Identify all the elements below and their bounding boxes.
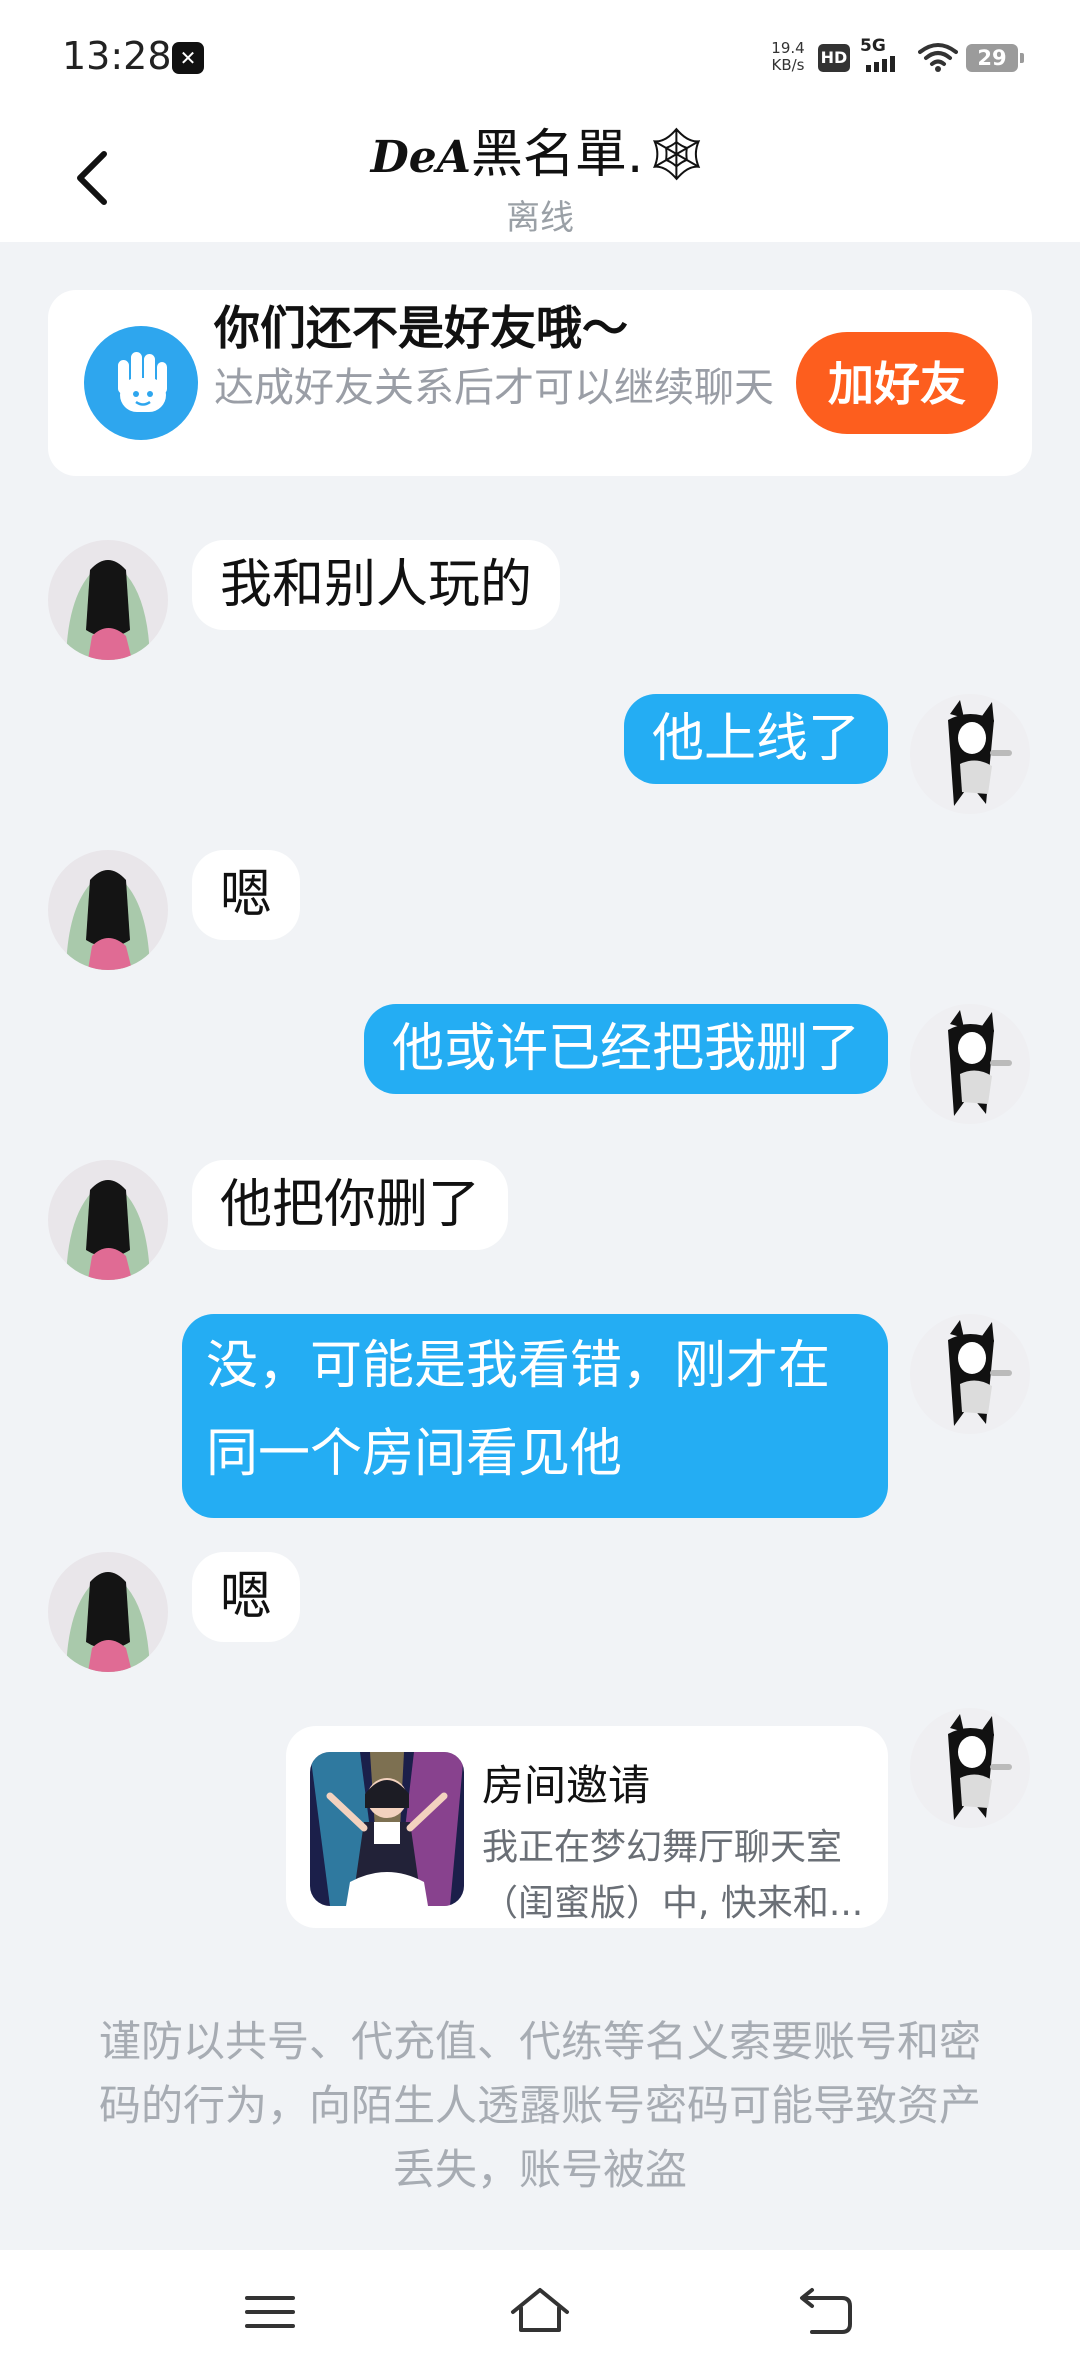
- chat-header: DeA黑名單.🕸 离线: [0, 110, 1080, 242]
- message-bubble-outgoing[interactable]: 他或许已经把我删了: [363, 1004, 888, 1094]
- online-status: 离线: [506, 198, 574, 238]
- message-bubble-incoming[interactable]: 嗯: [192, 1552, 301, 1642]
- message-bubble-outgoing[interactable]: 他上线了: [623, 694, 888, 784]
- message-bubble-incoming[interactable]: 他把你删了: [192, 1160, 509, 1250]
- contact-avatar[interactable]: [48, 1552, 168, 1672]
- wifi-icon: [918, 43, 958, 72]
- my-avatar[interactable]: [910, 1004, 1030, 1124]
- message-bubble-incoming[interactable]: 嗯: [192, 850, 301, 940]
- system-nav-bar: [0, 2250, 1080, 2376]
- network-speed: 19.4 KB/s: [768, 40, 808, 74]
- message-bubble-incoming[interactable]: 我和别人玩的: [192, 540, 561, 630]
- banner-subtitle: 达成好友关系后才可以继续聊天: [214, 365, 774, 411]
- back-nav-icon[interactable]: [790, 2280, 860, 2344]
- chat-title: DeA黑名單.🕸: [0, 112, 1080, 187]
- room-thumbnail: [310, 1752, 464, 1906]
- not-friends-banner: 你们还不是好友哦～ 达成好友关系后才可以继续聊天 加好友: [48, 290, 1032, 476]
- menu-icon[interactable]: [235, 2280, 305, 2344]
- signal-icon: 5G: [860, 36, 908, 76]
- wave-hand-icon: [84, 326, 198, 440]
- add-friend-button[interactable]: 加好友: [796, 332, 998, 434]
- message-bubble-outgoing[interactable]: 没，可能是我看错，刚才在同一个房间看见他: [182, 1314, 888, 1518]
- home-icon[interactable]: [505, 2280, 575, 2344]
- contact-avatar[interactable]: [48, 850, 168, 970]
- status-bar: 13:28 ✕ 19.4 KB/s HD 5G 29: [0, 0, 1080, 110]
- network-speed-value: 19.4: [771, 39, 805, 57]
- network-speed-unit: KB/s: [771, 56, 805, 74]
- invite-description-line: （闺蜜版）中, 快来和...: [482, 1883, 864, 1924]
- contact-avatar[interactable]: [48, 1160, 168, 1280]
- banner-title: 你们还不是好友哦～: [214, 301, 628, 355]
- invite-description-line: 我正在梦幻舞厅聊天室: [482, 1827, 843, 1868]
- security-warning: 谨防以共号、代充值、代练等名义索要账号和密码的行为，向陌生人透露账号密码可能导致…: [98, 2017, 981, 2194]
- invite-description: 我正在梦幻舞厅聊天室 （闺蜜版）中, 快来和...: [482, 1820, 872, 1932]
- chat-title-name: 黑名單.🕸: [470, 125, 710, 185]
- chat-title-deco: DeA: [370, 132, 471, 183]
- hd-icon: HD: [818, 44, 850, 72]
- my-avatar[interactable]: [910, 1708, 1030, 1828]
- my-avatar[interactable]: [910, 694, 1030, 814]
- my-avatar[interactable]: [910, 1314, 1030, 1434]
- contact-avatar[interactable]: [48, 540, 168, 660]
- capcut-app-icon: ✕: [172, 42, 204, 74]
- battery-icon: 29: [966, 44, 1024, 72]
- status-time: 13:28: [62, 34, 172, 78]
- room-invite-card[interactable]: 房间邀请 我正在梦幻舞厅聊天室 （闺蜜版）中, 快来和...: [286, 1726, 888, 1928]
- invite-title: 房间邀请: [482, 1761, 651, 1810]
